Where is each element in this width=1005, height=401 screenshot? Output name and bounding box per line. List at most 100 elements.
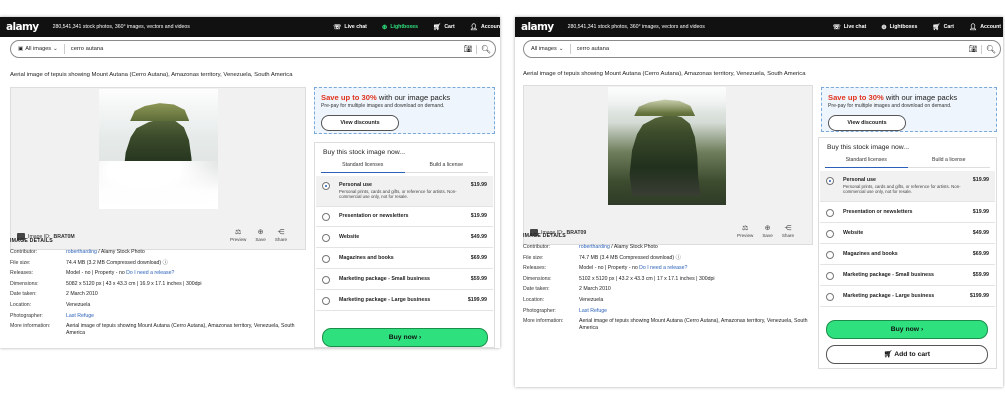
license-option[interactable]: Magazines and books $69.99 (820, 244, 995, 265)
image-details: IMAGE DETAILS Contributor: robertharding … (523, 233, 813, 336)
license-radio[interactable] (826, 250, 834, 259)
left-screenshot: alamy 280,541,341 stock photos, 360° ima… (0, 17, 500, 348)
lightboxes-link[interactable]: ⊕ Lightboxes (881, 23, 917, 31)
license-radio[interactable] (826, 177, 834, 185)
detail-value: Venezuela (66, 302, 305, 309)
license-option[interactable]: Personal use Personal prints, cards and g… (316, 176, 493, 207)
license-option[interactable]: Website $49.99 (820, 223, 995, 244)
license-radio[interactable] (826, 229, 834, 238)
detail-value: 2 March 2010 (66, 291, 305, 298)
top-bar: alamy 280,541,341 stock photos, 360° ima… (515, 17, 1003, 37)
cart-link[interactable]: 🛒︎ Cart (932, 23, 954, 31)
detail-link[interactable]: Do I need a release? (639, 265, 687, 271)
buy-now-button[interactable]: Buy now › (826, 320, 988, 339)
camera-search-icon[interactable]: 📷︎ (460, 45, 476, 53)
license-name: Magazines and books (339, 254, 394, 261)
image-viewer: Image ID: BRAT09 ⚖ Preview ⊕ Save ⋲ Share (523, 85, 813, 245)
account-link[interactable]: 👤︎ Account (969, 23, 1001, 31)
detail-value-text: Venezuela (579, 296, 604, 303)
detail-label: Location: (10, 301, 32, 308)
license-text: Marketing package - Small business (339, 276, 430, 282)
license-option[interactable]: Marketing package - Small business $59.99 (820, 265, 995, 286)
license-radio[interactable] (322, 182, 330, 190)
view-discounts-button[interactable]: View discounts (828, 115, 906, 131)
detail-link[interactable]: robertharding (66, 249, 97, 255)
license-description: Personal prints, cards and gifts, or ref… (339, 189, 457, 200)
search-icon[interactable]: 🔍︎ (981, 44, 1000, 54)
lightboxes-link[interactable]: ⊕ Lightboxes (382, 23, 418, 31)
detail-value: Aerial image of tepuis showing Mount Aut… (579, 318, 813, 332)
license-option[interactable]: Website $49.99 (316, 227, 493, 248)
search-input[interactable] (570, 46, 965, 52)
account-link[interactable]: 👤︎ Accoun (470, 23, 500, 31)
license-option[interactable]: Presentation or newsletters $19.99 (316, 207, 493, 227)
license-option[interactable]: Marketing package - Large business $199.9… (316, 290, 493, 311)
license-radio[interactable] (322, 233, 330, 242)
camera-search-icon[interactable]: 📷︎ (965, 45, 981, 53)
add-to-cart-button[interactable]: 🛒︎ Add to cart (826, 345, 988, 364)
detail-value-text: 74.7 MB (3.4 MB Compressed download) (579, 254, 675, 261)
search-bar: ▣All images⌄ 📷︎ 🔍︎ (10, 40, 496, 58)
promo-highlight: Save up to 30% (828, 93, 884, 102)
cart-link[interactable]: 🛒︎ Cart (433, 23, 455, 31)
buy-now-button[interactable]: Buy now › (322, 328, 488, 347)
live-chat-link[interactable]: ☏ Live chat (333, 23, 367, 31)
detail-value-text: Venezuela (66, 301, 91, 308)
promo-title: Save up to 30% with our image packs (321, 93, 488, 102)
license-radio[interactable] (826, 292, 834, 301)
category-select[interactable]: ▣ All images ⌄ (11, 44, 65, 54)
detail-link[interactable]: Last Refuge (66, 313, 94, 319)
detail-label: Dimensions: (523, 275, 552, 282)
detail-value: Last Refuge (66, 313, 305, 320)
detail-value-text: Aerial image of tepuis showing Mount Aut… (579, 318, 808, 332)
cart-icon: 🛒︎ (433, 24, 442, 31)
lightboxes-label: Lightboxes (889, 24, 918, 30)
detail-value: Last Refuge (579, 308, 813, 315)
license-option[interactable]: Magazines and books $69.99 (316, 248, 493, 269)
license-price: $19.99 (470, 182, 487, 188)
license-radio[interactable] (322, 296, 330, 305)
right-screenshot: alamy 280,541,341 stock photos, 360° ima… (515, 17, 1003, 387)
license-option[interactable]: Marketing package - Large business $199.9… (820, 286, 995, 307)
license-price: $49.99 (470, 233, 487, 240)
detail-link[interactable]: Last Refuge (579, 308, 607, 314)
license-radio[interactable] (322, 213, 330, 221)
tab-build-license[interactable]: Build a license (907, 157, 990, 168)
detail-value-suffix: ⓘ (161, 259, 168, 266)
tab-build-license[interactable]: Build a license (404, 162, 488, 173)
license-option[interactable]: Marketing package - Small business $59.99 (316, 269, 493, 290)
alamy-logo[interactable]: alamy (6, 21, 39, 33)
license-radio[interactable] (322, 254, 330, 263)
license-text: Marketing package - Small business (843, 272, 934, 278)
view-discounts-button[interactable]: View discounts (321, 115, 399, 131)
tab-standard-licenses[interactable]: Standard licenses (825, 157, 908, 168)
account-label: Account (980, 24, 1001, 30)
detail-row: Date taken: 2 March 2010 (10, 291, 305, 298)
detail-value: Aerial image of tepuis showing Mount Aut… (66, 323, 305, 337)
search-bar: All images⌄ 📷︎ 🔍︎ (523, 40, 1001, 58)
license-name: Marketing package - Large business (843, 292, 935, 299)
license-text: Website (339, 234, 359, 240)
live-chat-link[interactable]: ☏ Live chat (833, 23, 867, 31)
license-description: Personal prints, cards and gifts, or ref… (843, 184, 961, 195)
detail-row: File size: 74.4 MB (3.2 MB Compressed dow… (10, 260, 305, 267)
category-select[interactable]: All images ⌄ (524, 44, 571, 54)
detail-label: Location: (523, 296, 545, 303)
detail-link[interactable]: robertharding (579, 244, 610, 250)
detail-label: Photographer: (10, 312, 43, 319)
detail-link[interactable]: Do I need a release? (126, 270, 174, 276)
tab-standard-licenses[interactable]: Standard licenses (321, 162, 405, 173)
search-icon[interactable]: 🔍︎ (476, 44, 495, 54)
search-input[interactable] (64, 46, 460, 52)
main-photo[interactable] (99, 89, 218, 209)
alamy-logo[interactable]: alamy (521, 21, 554, 33)
image-icon: ▣ (18, 46, 24, 52)
license-radio[interactable] (322, 275, 330, 284)
license-option[interactable]: Personal use Personal prints, cards and g… (820, 171, 995, 202)
license-option[interactable]: Presentation or newsletters $19.99 (820, 202, 995, 223)
license-price: $199.99 (969, 292, 989, 299)
license-radio[interactable] (826, 208, 834, 217)
license-radio[interactable] (826, 271, 834, 280)
main-photo[interactable] (608, 87, 726, 205)
license-text: Personal use Personal prints, cards and g… (339, 182, 465, 199)
